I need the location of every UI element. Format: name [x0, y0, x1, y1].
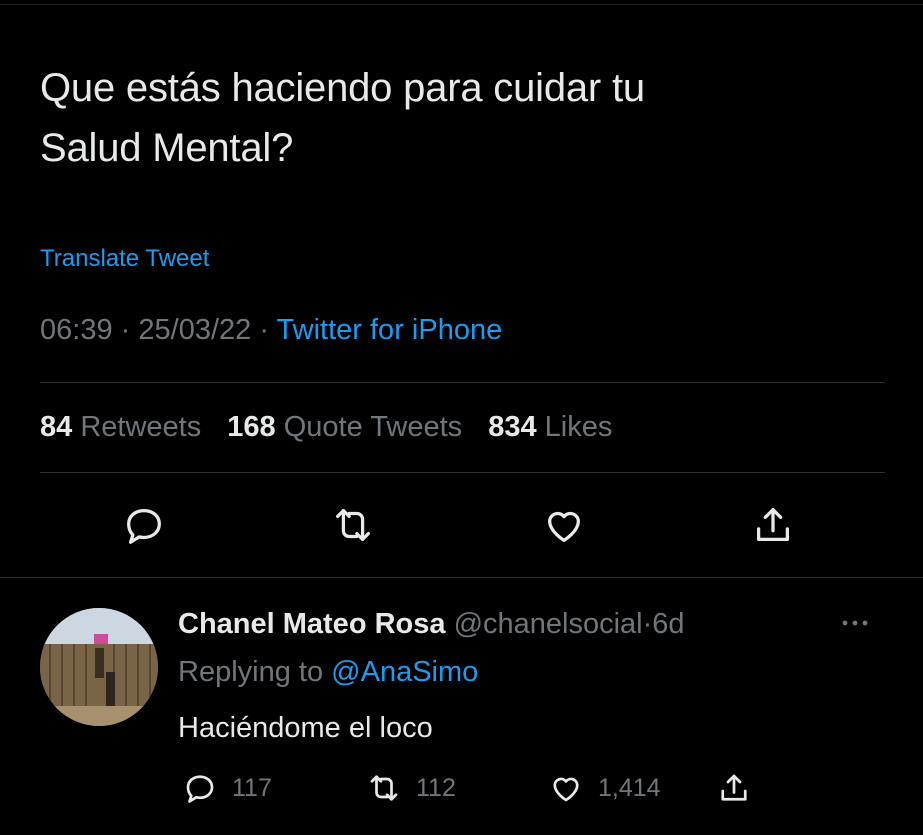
retweets-count: 84 [40, 411, 73, 443]
tweet-stats: 84 Retweets 168 Quote Tweets 834 Likes [40, 411, 630, 444]
retweets-stat[interactable]: 84 Retweets [40, 411, 201, 443]
like-count: 1,414 [598, 773, 661, 802]
replying-mention-link[interactable]: @AnaSimo [331, 656, 478, 688]
divider [40, 382, 885, 383]
reply-count: 117 [232, 773, 272, 802]
tweet-meta: 06:39 · 25/03/22 · Twitter for iPhone [40, 314, 502, 347]
retweet-icon [370, 775, 398, 801]
quote-tweets-stat[interactable]: 168 Quote Tweets [227, 411, 462, 443]
likes-label: Likes [544, 411, 613, 443]
avatar-image [40, 608, 158, 726]
reply-header: Chanel Mateo Rosa @chanelsocial·6d [178, 608, 685, 641]
likes-stat[interactable]: 834 Likes [488, 411, 612, 443]
tweet-date[interactable]: 25/03/22 [138, 314, 251, 346]
share-icon [721, 774, 747, 801]
translate-tweet-link[interactable]: Translate Tweet [40, 245, 209, 273]
reply-text: Haciéndome el loco [178, 712, 433, 744]
meta-separator: · [120, 314, 131, 346]
reply-author-handle[interactable]: @chanelsocial [454, 608, 643, 640]
reply-share-button[interactable] [716, 770, 752, 806]
retweet-count: 112 [416, 773, 456, 802]
tweet-text: Que estás haciendo para cuidar tu Salud … [40, 58, 840, 178]
reply-separator: · [642, 608, 653, 640]
more-options-icon[interactable] [832, 612, 878, 634]
reply-icon [186, 775, 214, 803]
tweet-text-line-2: Salud Mental? [40, 126, 294, 170]
like-icon [553, 777, 579, 802]
reply-author-name[interactable]: Chanel Mateo Rosa [178, 608, 446, 640]
retweets-label: Retweets [80, 411, 202, 443]
replying-to: Replying to @AnaSimo [178, 656, 478, 689]
share-icon[interactable] [750, 502, 796, 548]
reply-reply-button[interactable]: 117 [182, 770, 272, 806]
quote-tweets-label: Quote Tweets [283, 411, 463, 443]
tweet-action-bar [0, 502, 923, 552]
reply-icon[interactable] [121, 502, 167, 548]
replying-prefix: Replying to [178, 656, 324, 688]
top-divider [0, 4, 923, 5]
tweet-source-link[interactable]: Twitter for iPhone [277, 314, 503, 346]
likes-count: 834 [488, 411, 537, 443]
reply-action-bar: 117 112 1,414 [0, 768, 923, 812]
divider [40, 472, 885, 473]
avatar[interactable] [40, 608, 158, 726]
meta-separator: · [259, 314, 269, 346]
reply-retweet-button[interactable]: 112 [366, 770, 456, 806]
retweet-icon[interactable] [330, 502, 376, 548]
like-icon[interactable] [541, 502, 587, 548]
reply-like-button[interactable]: 1,414 [548, 770, 661, 806]
section-divider [0, 577, 923, 578]
quote-tweets-count: 168 [227, 411, 276, 443]
tweet-text-line-1: Que estás haciendo para cuidar tu [40, 66, 645, 110]
tweet-time[interactable]: 06:39 [40, 314, 113, 346]
reply-age[interactable]: 6d [652, 608, 684, 640]
